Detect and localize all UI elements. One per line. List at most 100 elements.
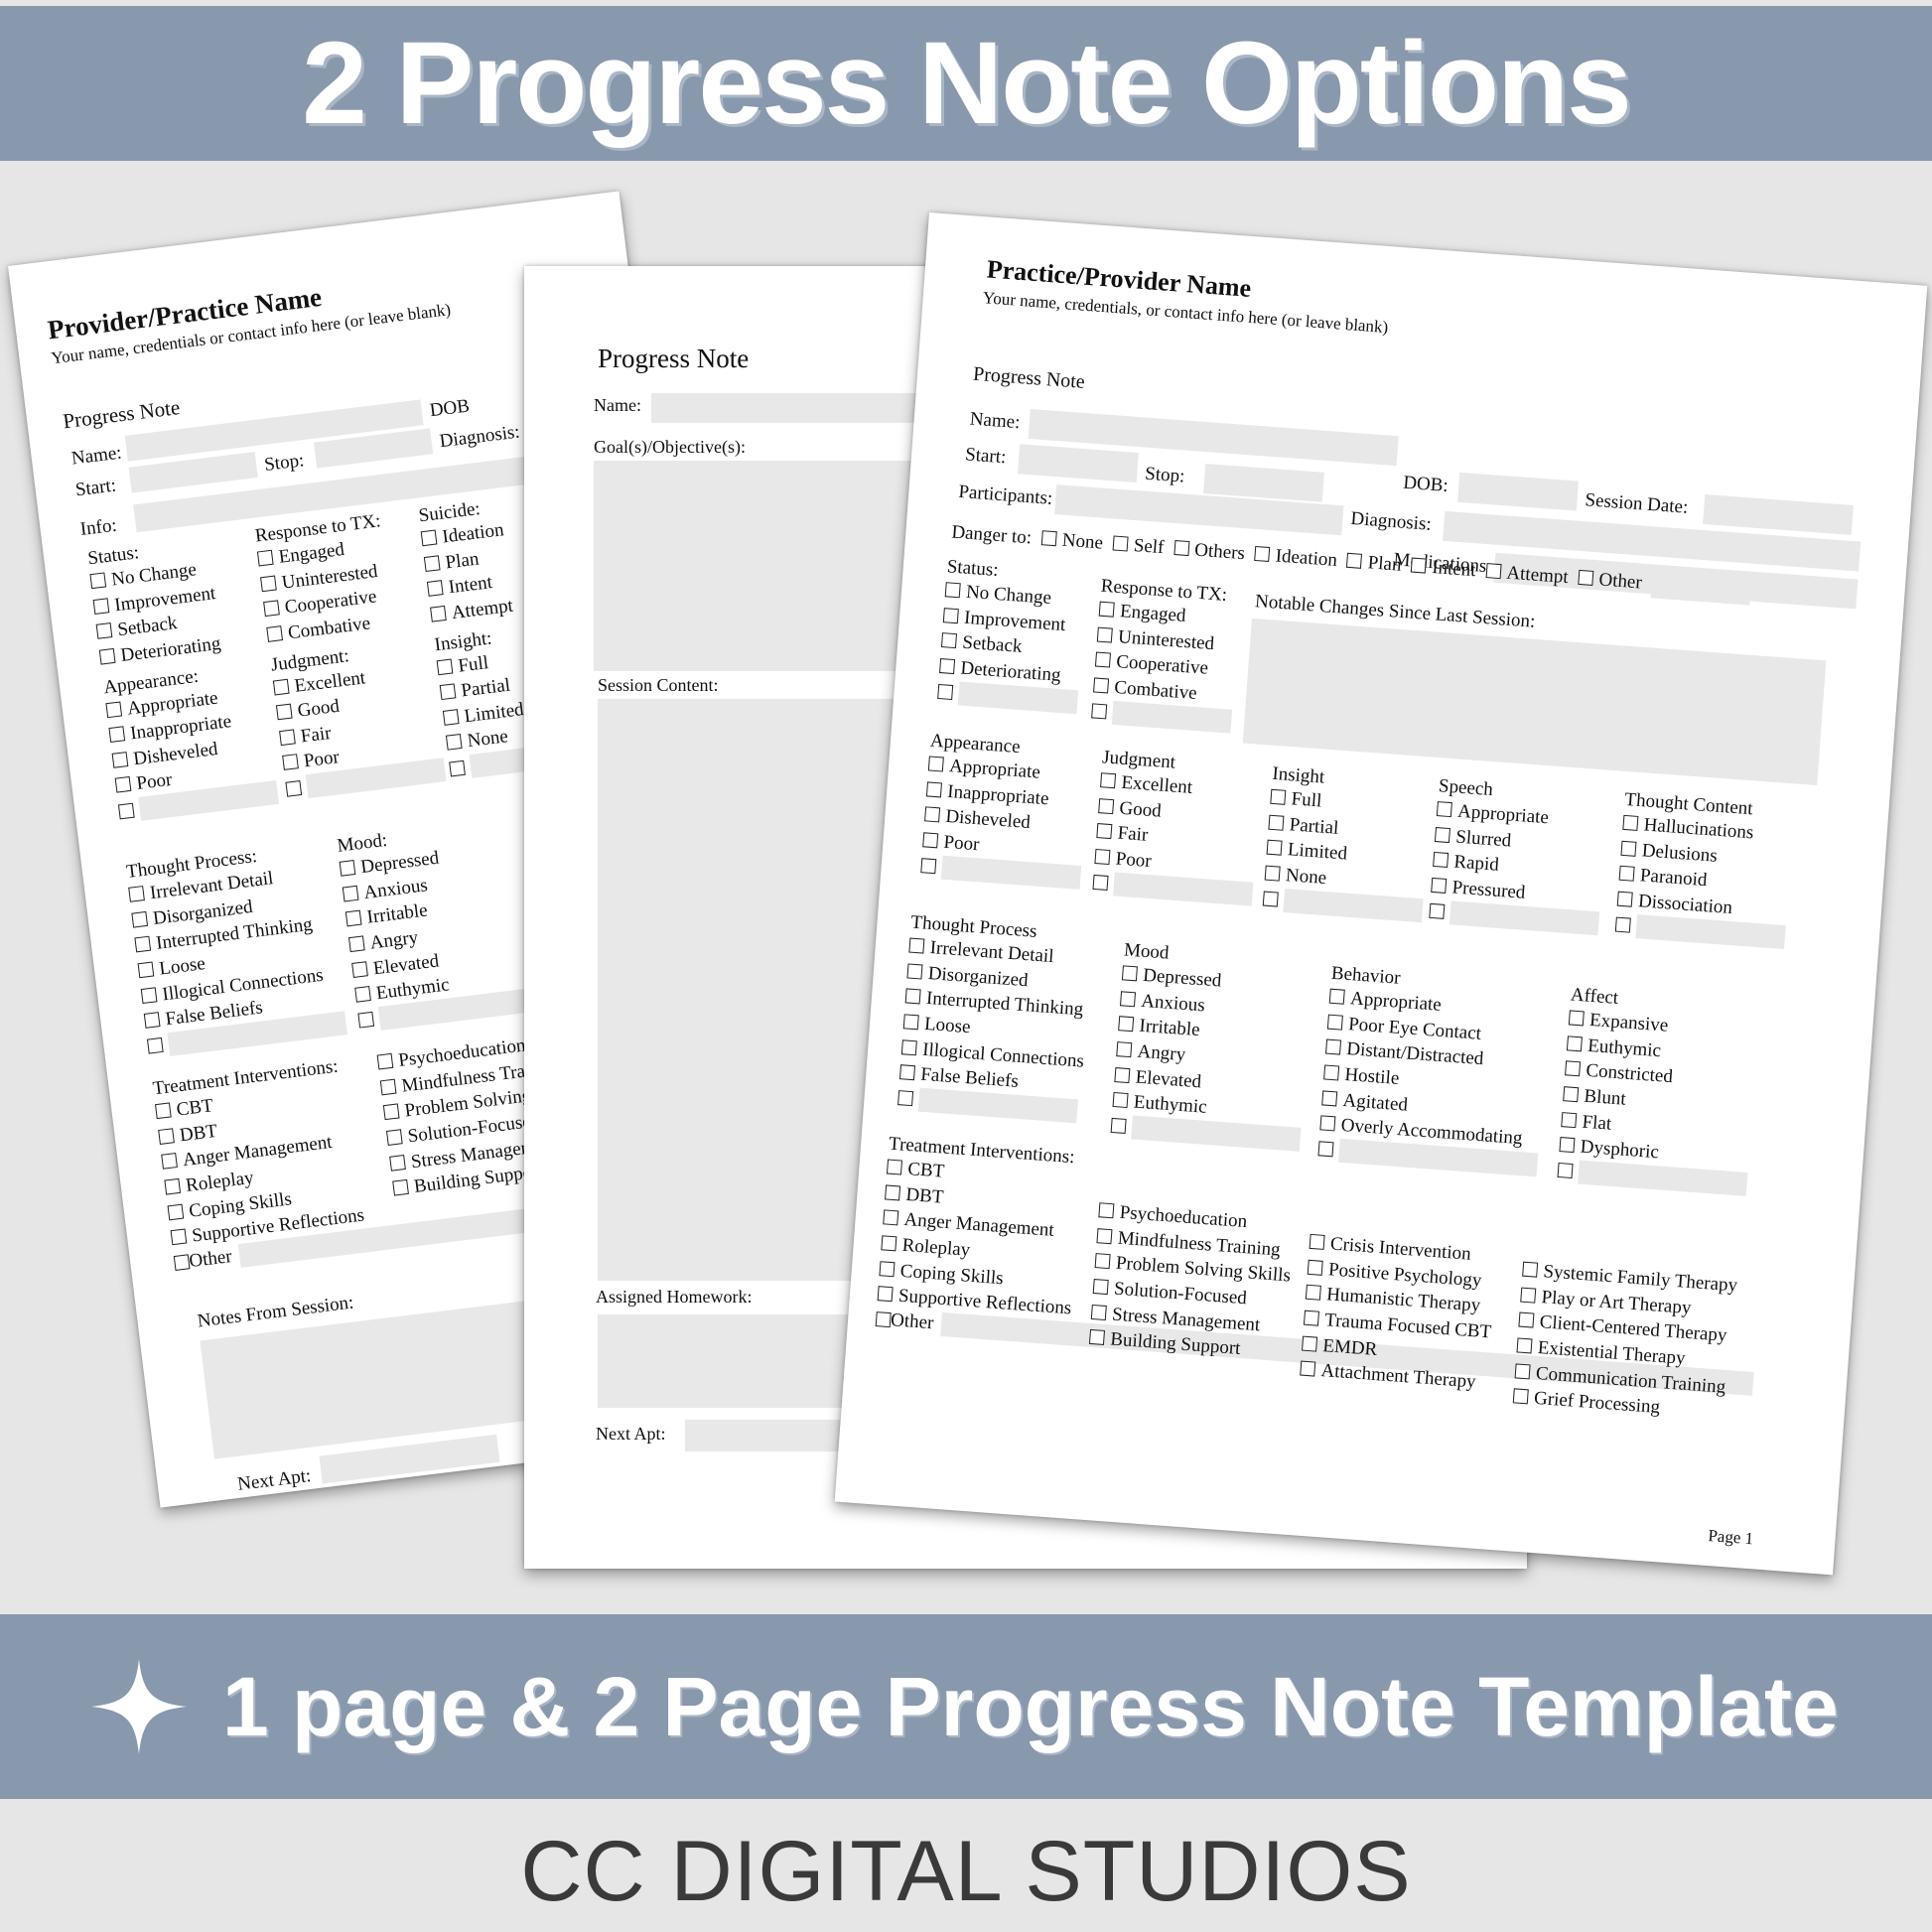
checkbox-icon[interactable] (908, 937, 925, 954)
session-date-field[interactable] (1703, 493, 1854, 535)
checkbox-icon[interactable] (885, 1184, 901, 1201)
checkbox-icon[interactable] (426, 580, 444, 598)
checkbox-icon[interactable] (1328, 988, 1345, 1005)
checkbox-icon[interactable] (282, 754, 299, 771)
checkbox-icon[interactable] (900, 1038, 917, 1055)
checkbox-icon[interactable] (1436, 801, 1452, 818)
checkbox-option[interactable]: Attempt (1485, 559, 1570, 591)
checkbox-icon[interactable] (137, 961, 155, 979)
checkbox-icon[interactable] (379, 1078, 397, 1095)
checkbox-icon[interactable] (1431, 877, 1448, 894)
checkbox-icon[interactable] (1120, 990, 1137, 1007)
checkbox-icon[interactable] (883, 1209, 899, 1226)
checkbox-icon[interactable] (1616, 891, 1633, 907)
checkbox-icon[interactable] (1270, 788, 1287, 805)
checkbox-icon[interactable] (904, 988, 921, 1005)
checkbox-icon[interactable] (89, 572, 107, 590)
checkbox-icon[interactable] (1096, 823, 1113, 840)
checkbox-icon[interactable] (128, 886, 145, 902)
checkbox-icon[interactable] (1092, 1278, 1109, 1296)
checkbox-icon[interactable] (1321, 1089, 1338, 1107)
notable-changes-field[interactable] (1242, 618, 1827, 786)
checkbox-icon[interactable] (1578, 570, 1594, 587)
checkbox-icon[interactable] (1522, 1261, 1539, 1278)
checkbox-icon[interactable] (170, 1228, 188, 1246)
checkbox-icon[interactable] (131, 910, 149, 928)
checkbox-icon[interactable] (1514, 1362, 1531, 1379)
checkbox-option[interactable]: Intent (1410, 554, 1476, 584)
checkbox-icon[interactable] (1121, 965, 1138, 982)
checkbox-icon[interactable] (167, 1203, 185, 1220)
checkbox-icon[interactable] (1563, 1086, 1580, 1103)
checkbox-icon[interactable] (1433, 852, 1449, 869)
checkbox-icon[interactable] (1300, 1360, 1316, 1377)
checkbox-icon[interactable] (881, 1235, 897, 1252)
checkbox-icon[interactable] (1098, 1202, 1115, 1219)
checkbox-icon[interactable] (1091, 703, 1108, 720)
checkbox-icon[interactable] (1568, 1010, 1585, 1027)
checkbox-icon[interactable] (1429, 902, 1446, 919)
checkbox-icon[interactable] (1620, 840, 1637, 857)
checkbox-icon[interactable] (1309, 1233, 1325, 1250)
checkbox-icon[interactable] (1173, 540, 1189, 557)
checkbox-icon[interactable] (108, 726, 126, 744)
checkbox-icon[interactable] (1093, 677, 1110, 694)
checkbox-icon[interactable] (1262, 891, 1279, 907)
checkbox-icon[interactable] (1094, 651, 1111, 668)
checkbox-icon[interactable] (449, 759, 466, 777)
checkbox-icon[interactable] (351, 960, 368, 978)
checkbox-icon[interactable] (1622, 814, 1639, 831)
checkbox-icon[interactable] (1559, 1137, 1576, 1154)
checkbox-icon[interactable] (382, 1103, 400, 1121)
checkbox-icon[interactable] (342, 885, 359, 902)
checkbox-icon[interactable] (922, 832, 939, 849)
checkbox-icon[interactable] (275, 703, 293, 721)
checkbox-icon[interactable] (263, 600, 280, 618)
checkbox-icon[interactable] (279, 729, 296, 746)
checkbox-option[interactable]: Self (1112, 532, 1165, 561)
checkbox-icon[interactable] (898, 1064, 916, 1081)
checkbox-icon[interactable] (1319, 1115, 1336, 1132)
checkbox-icon[interactable] (1268, 814, 1285, 831)
checkbox-icon[interactable] (140, 986, 158, 1004)
checkbox-icon[interactable] (146, 1037, 164, 1054)
checkbox-icon[interactable] (266, 625, 284, 642)
checkbox-icon[interactable] (1518, 1311, 1535, 1328)
checkbox-icon[interactable] (117, 802, 135, 820)
checkbox-icon[interactable] (339, 859, 356, 877)
checkbox-icon[interactable] (1410, 557, 1428, 574)
checkbox-icon[interactable] (1324, 1038, 1342, 1055)
checkbox-icon[interactable] (1566, 1035, 1583, 1052)
checkbox-icon[interactable] (937, 684, 954, 701)
checkbox-icon[interactable] (392, 1179, 409, 1196)
checkbox-icon[interactable] (158, 1127, 175, 1145)
checkbox-icon[interactable] (1303, 1310, 1320, 1326)
checkbox-icon[interactable] (92, 597, 110, 615)
checkbox-option[interactable]: Others (1173, 536, 1246, 567)
checkbox-icon[interactable] (143, 1012, 161, 1030)
checkbox-option[interactable]: Other (1578, 566, 1643, 596)
checkbox-icon[interactable] (1618, 865, 1635, 883)
checkbox-icon[interactable] (1112, 535, 1129, 552)
checkbox-icon[interactable] (354, 986, 371, 1003)
checkbox-icon[interactable] (897, 1090, 914, 1107)
checkbox-icon[interactable] (1614, 916, 1631, 933)
checkbox-icon[interactable] (1094, 848, 1111, 865)
checkbox-icon[interactable] (927, 756, 944, 772)
checkbox-icon[interactable] (272, 678, 290, 696)
checkbox-icon[interactable] (1110, 1118, 1127, 1135)
dob-field[interactable] (1457, 472, 1579, 511)
checkbox-icon[interactable] (154, 1102, 172, 1120)
checkbox-icon[interactable] (285, 779, 303, 797)
checkbox-icon[interactable] (1323, 1064, 1340, 1081)
checkbox-icon[interactable] (420, 529, 438, 547)
checkbox-icon[interactable] (886, 1159, 903, 1175)
checkbox-icon[interactable] (345, 909, 362, 927)
checkbox-icon[interactable] (1096, 626, 1113, 643)
checkbox-icon[interactable] (1565, 1060, 1582, 1077)
checkbox-icon[interactable] (924, 806, 941, 823)
checkbox-icon[interactable] (260, 575, 277, 592)
checkbox-icon[interactable] (385, 1129, 403, 1146)
checkbox-icon[interactable] (164, 1177, 182, 1195)
checkbox-icon[interactable] (111, 751, 129, 768)
